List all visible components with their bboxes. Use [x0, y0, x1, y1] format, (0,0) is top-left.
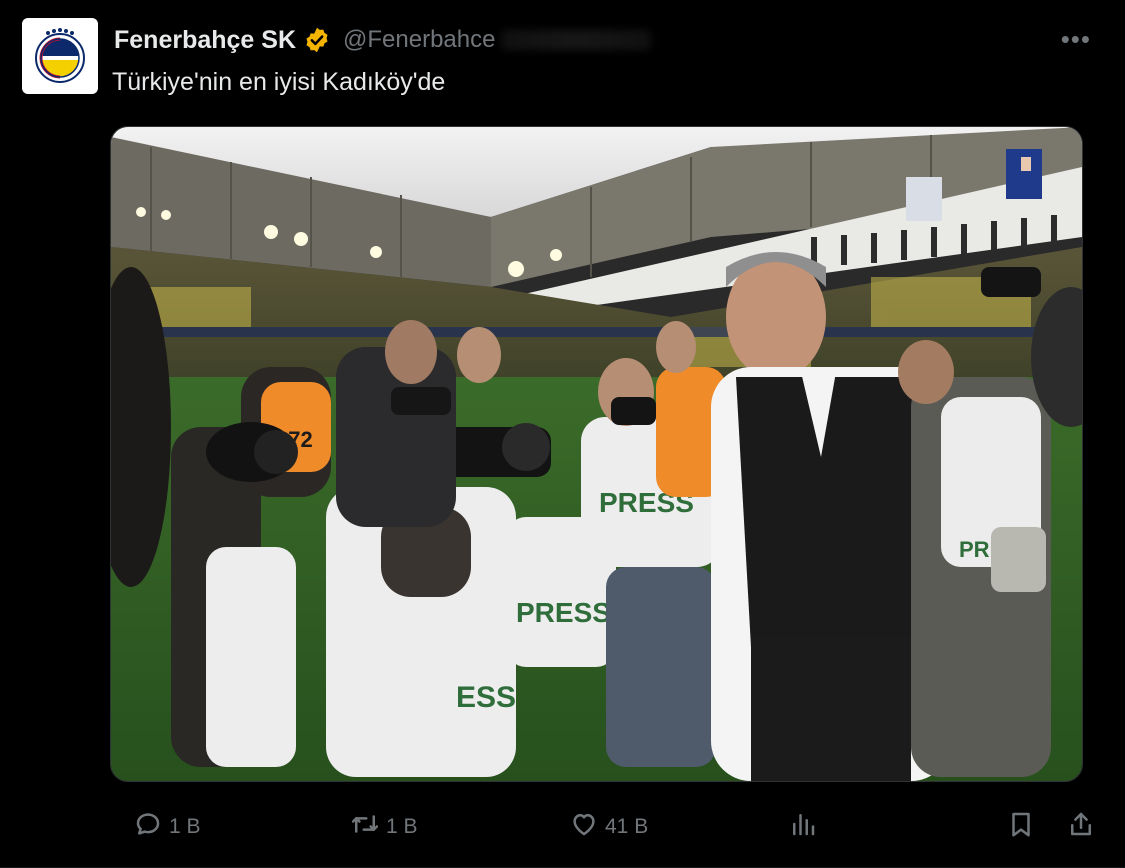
like-count: 41 B — [605, 815, 649, 838]
user-handle[interactable]: @Fenerbahce — [343, 26, 495, 54]
reply-icon — [133, 809, 163, 845]
verified-badge-icon — [303, 26, 331, 54]
blurred-date — [501, 30, 652, 50]
vest-text-1: ESS — [456, 681, 516, 714]
vest-text-2: PRESS — [516, 597, 611, 628]
view-stats-button[interactable] — [788, 806, 818, 848]
stadium-photo-illustration: 072 ESS PRESS PRESS — [111, 127, 1082, 781]
stats-bar-icon — [788, 809, 818, 845]
reply-button[interactable]: 1 B — [133, 806, 201, 848]
retweet-count: 1 B — [386, 815, 418, 838]
display-name[interactable]: Fenerbahçe SK — [114, 26, 296, 55]
like-button[interactable]: 41 B — [569, 806, 648, 848]
retweet-icon — [350, 809, 380, 845]
share-button[interactable] — [1066, 806, 1096, 848]
retweet-button[interactable]: 1 B — [350, 806, 418, 848]
fenerbahce-crest-icon — [35, 28, 85, 83]
tweet-action-bar: 1 B 1 B 41 B — [0, 806, 1125, 848]
tweet-header: Fenerbahçe SK @Fenerbahce — [114, 22, 1105, 58]
tweet-text: Türkiye'nin en iyisi Kadıköy'de — [112, 68, 446, 96]
reply-count: 1 B — [169, 815, 201, 838]
bookmark-button[interactable] — [1006, 806, 1036, 848]
tweet-photo[interactable]: 072 ESS PRESS PRESS — [110, 126, 1083, 782]
bookmark-icon — [1006, 809, 1036, 845]
share-icon — [1066, 809, 1096, 845]
heart-icon — [569, 809, 599, 845]
profile-avatar[interactable] — [22, 18, 98, 94]
more-options-button[interactable]: ••• — [1061, 24, 1091, 55]
